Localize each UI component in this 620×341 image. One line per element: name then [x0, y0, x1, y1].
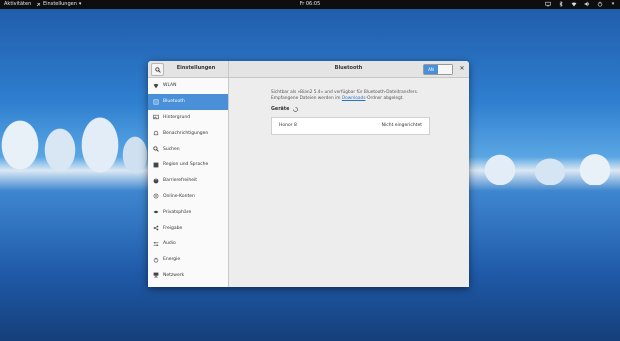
spinner-icon	[293, 107, 299, 112]
volume-icon[interactable]	[584, 1, 590, 7]
description-line-2-prefix: Empfangene Dateien werden im	[271, 96, 342, 101]
sidebar-title: Einstellungen	[176, 65, 216, 71]
sidebar-item-label: Region und Sprache	[163, 162, 209, 168]
sidebar-item-label: Suchen	[163, 146, 180, 152]
bluetooth-panel: Sichtbar als »Bian2 5.4« und verfügbar f…	[229, 78, 469, 287]
audio-icon	[153, 241, 159, 247]
sidebar-item-netzwerk[interactable]: Netzwerk	[148, 268, 228, 284]
region-icon	[153, 162, 159, 168]
sidebar-item-label: WLAN	[163, 83, 177, 89]
sidebar-item-barrierefreiheit[interactable]: Barrierefreiheit	[148, 173, 228, 189]
system-tray[interactable]: ▾	[545, 1, 616, 7]
toggle-on-label: AN	[424, 65, 438, 74]
sidebar-item-benachrichtigungen[interactable]: Benachrichtigungen	[148, 125, 228, 141]
sidebar-item-label: Freigabe	[163, 225, 183, 231]
sidebar-item-label: Audio	[163, 241, 176, 247]
header-left: Einstellungen	[148, 61, 229, 77]
power-tray-icon[interactable]	[597, 1, 603, 7]
devices-heading: Geräte	[271, 107, 299, 112]
settings-window: Einstellungen Bluetooth AN ✕ WLAN Blueto…	[148, 61, 469, 287]
sidebar-item-online-konten[interactable]: Online-Konten	[148, 189, 228, 205]
search-icon	[153, 146, 159, 152]
device-status: Nicht eingerichtet	[381, 123, 422, 128]
sidebar-item-label: Bluetooth	[163, 99, 185, 105]
list-item[interactable]: Honor 8 Nicht eingerichtet	[272, 118, 429, 134]
sidebar-item-energie[interactable]: Energie	[148, 252, 228, 268]
wifi-icon	[153, 83, 159, 89]
close-button[interactable]: ✕	[458, 64, 466, 72]
accessibility-icon	[153, 178, 159, 184]
sidebar-item-label: Energie	[163, 257, 181, 263]
search-button[interactable]	[151, 63, 164, 76]
sidebar-item-label: Hintergrund	[163, 114, 191, 120]
online-accounts-icon	[153, 193, 159, 199]
sidebar-item-label: Privatsphäre	[163, 209, 192, 215]
search-icon	[154, 66, 161, 73]
sidebar-item-label: Online-Konten	[163, 193, 195, 199]
bluetooth-icon	[153, 99, 159, 105]
notifications-icon	[153, 130, 159, 136]
sidebar-item-suchen[interactable]: Suchen	[148, 141, 228, 157]
description-line-2-suffix: -Ordner abgelegt.	[365, 96, 404, 101]
sidebar-item-freigabe[interactable]: Freigabe	[148, 220, 228, 236]
screen-icon[interactable]	[545, 1, 551, 7]
network-icon	[153, 272, 159, 278]
device-name: Honor 8	[279, 123, 297, 128]
sidebar-item-bluetooth[interactable]: Bluetooth	[148, 93, 228, 110]
downloads-link[interactable]: Downloads	[342, 96, 366, 101]
wallpaper-trees-right	[470, 140, 620, 185]
sidebar-item-hintergrund[interactable]: Hintergrund	[148, 110, 228, 126]
sharing-icon	[153, 225, 159, 231]
bluetooth-tray-icon[interactable]	[558, 1, 564, 7]
devices-heading-label: Geräte	[271, 107, 290, 112]
sidebar-item-label: Barrierefreiheit	[163, 178, 197, 184]
device-list: Honor 8 Nicht eingerichtet	[271, 117, 430, 135]
sidebar-item-label: Netzwerk	[163, 272, 185, 278]
header-bar: Einstellungen Bluetooth AN ✕	[148, 61, 469, 78]
power-icon	[153, 257, 159, 263]
wifi-tray-icon[interactable]	[571, 1, 577, 7]
top-bar: Aktivitäten Einstellungen ▾ Fr 06:05 ▾	[0, 0, 620, 9]
toggle-knob	[438, 65, 452, 74]
sidebar-item-privatsphaere[interactable]: Privatsphäre	[148, 204, 228, 220]
wallpaper-trees-left	[0, 95, 150, 185]
bluetooth-toggle[interactable]: AN	[423, 64, 453, 75]
chevron-down-icon[interactable]: ▾	[610, 1, 616, 7]
sidebar-item-audio[interactable]: Audio	[148, 236, 228, 252]
clock[interactable]: Fr 06:05	[0, 1, 620, 7]
bluetooth-description: Sichtbar als »Bian2 5.4« und verfügbar f…	[271, 90, 441, 102]
sidebar-item-region[interactable]: Region und Sprache	[148, 157, 228, 173]
sidebar-item-label: Benachrichtigungen	[163, 130, 209, 136]
description-line-1: Sichtbar als »Bian2 5.4« und verfügbar f…	[271, 90, 419, 95]
privacy-icon	[153, 209, 159, 215]
background-icon	[153, 114, 159, 120]
close-icon: ✕	[459, 64, 465, 72]
sidebar: WLAN Bluetooth Hintergrund Benachrichtig…	[148, 78, 229, 287]
sidebar-item-wlan[interactable]: WLAN	[148, 78, 228, 94]
